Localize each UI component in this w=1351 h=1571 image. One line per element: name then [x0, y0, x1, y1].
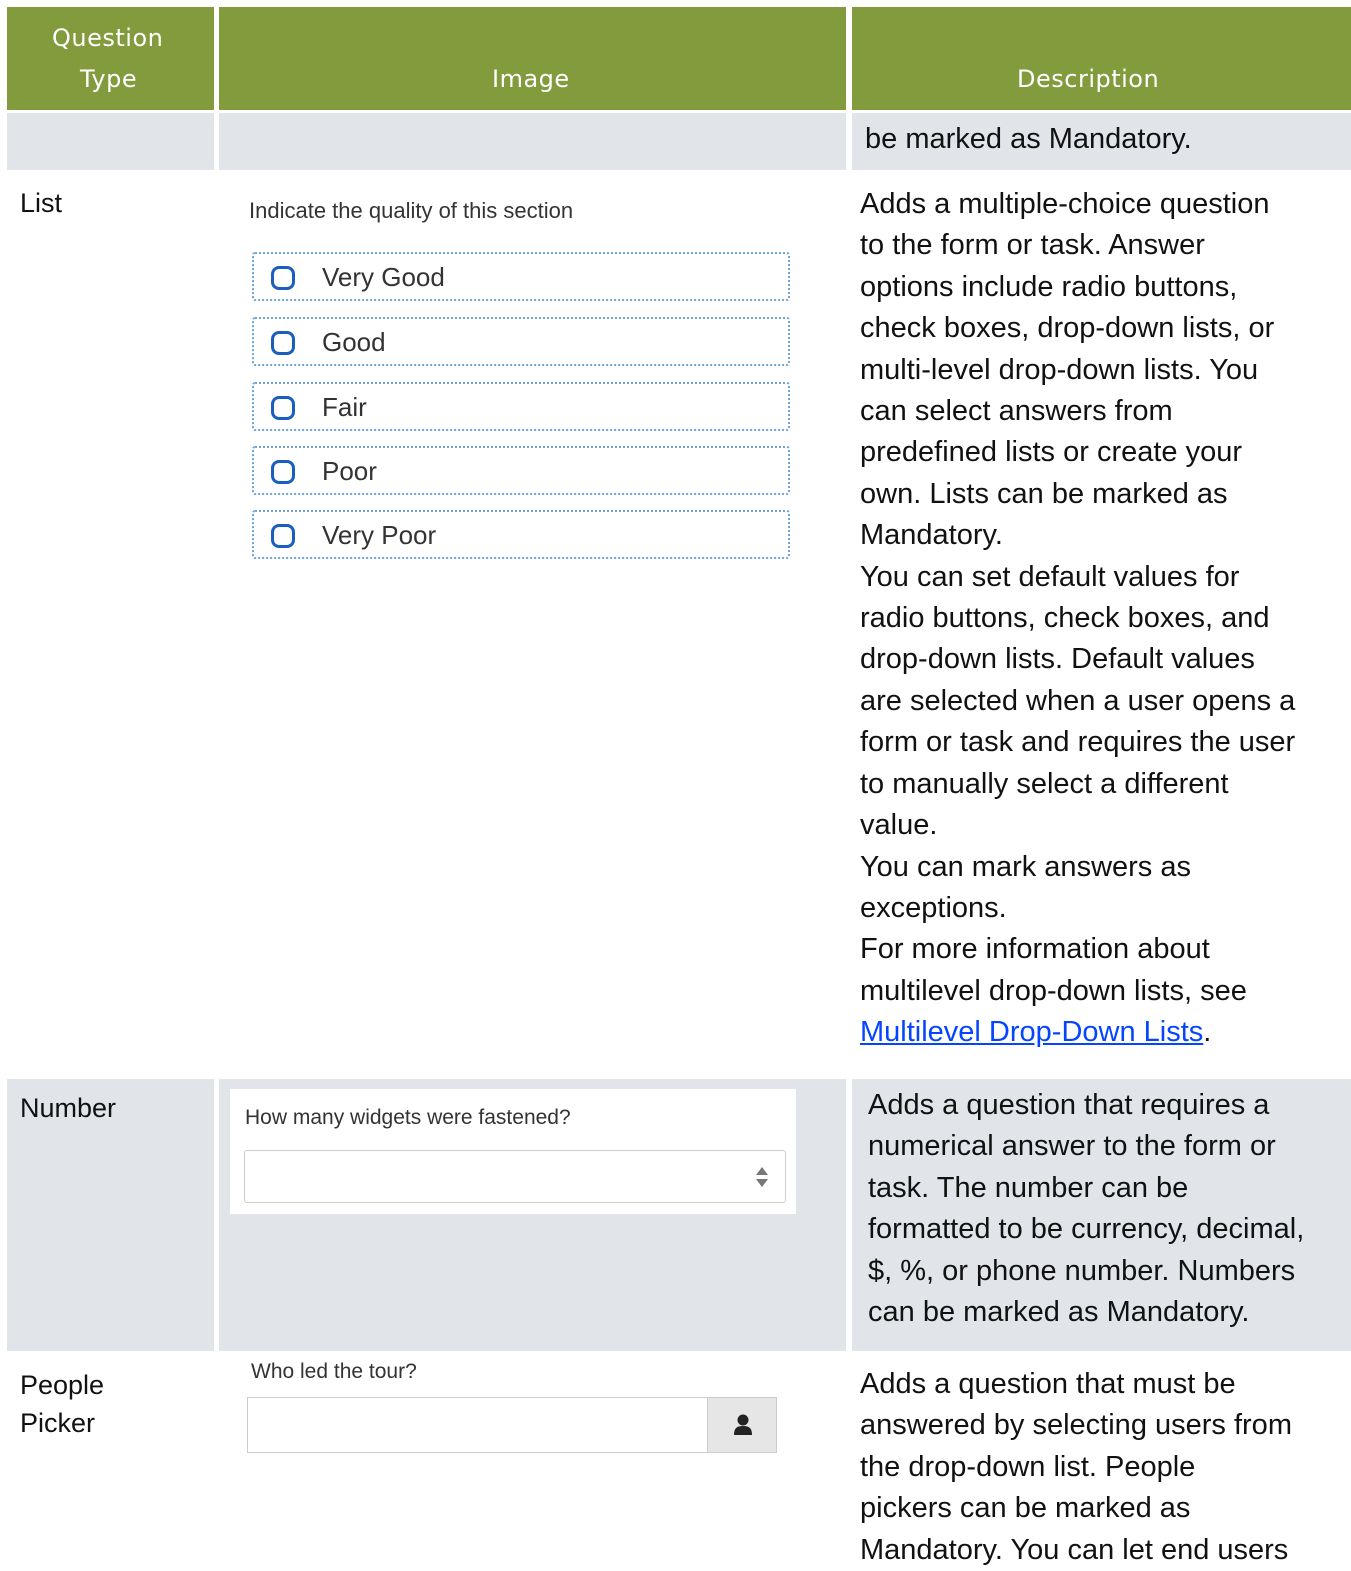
cell-description: Adds a question that requires a numerica… — [852, 1079, 1351, 1351]
table-row-continuation: be marked as Mandatory. — [7, 113, 1351, 170]
description-line: can select answers from — [860, 395, 1173, 428]
list-option-good[interactable]: Good — [252, 317, 790, 366]
description-line: Mandatory. You can let end users — [860, 1533, 1289, 1566]
list-option-very-poor[interactable]: Very Poor — [252, 510, 790, 559]
description-line: can be marked as Mandatory. — [868, 1296, 1250, 1329]
question-type-line2: Picker — [20, 1408, 96, 1438]
list-question-label: Indicate the quality of this section — [249, 198, 574, 223]
header-description-label: Description — [1017, 65, 1160, 93]
radio-icon[interactable] — [271, 460, 295, 484]
cell-image — [219, 113, 846, 170]
option-label: Very Poor — [322, 520, 437, 550]
description-line: Adds a question that requires a — [868, 1089, 1270, 1121]
description-line: pickers can be marked as — [860, 1492, 1191, 1525]
cell-image — [219, 1354, 846, 1566]
list-option-very-good[interactable]: Very Good — [252, 252, 790, 301]
cell-type: Number — [7, 1079, 214, 1351]
description-line: to the form or task. Answer — [860, 229, 1205, 262]
table-row-people-picker: People Picker Who led the tour? Adds a q… — [7, 1354, 1351, 1566]
description-line: exceptions. — [860, 891, 1007, 924]
description-line: answered by selecting users from — [860, 1409, 1292, 1442]
number-question-panel: How many widgets were fastened? — [230, 1089, 796, 1214]
people-picker-question-label: Who led the tour? — [251, 1360, 417, 1383]
header-image-label: Image — [492, 65, 570, 93]
option-label: Good — [322, 327, 386, 357]
table-row-list: List Indicate the quality of this sectio… — [7, 172, 1351, 1076]
description-line: options include radio buttons, — [860, 270, 1238, 303]
description-line: to manually select a different — [860, 767, 1229, 800]
table-header: Question Type Image Description — [7, 7, 1351, 110]
list-option-fair[interactable]: Fair — [252, 382, 790, 431]
description-line: form or task and requires the user — [860, 726, 1296, 759]
description-line: check boxes, drop-down lists, or — [860, 312, 1275, 345]
description-line: numerical answer to the form or — [868, 1130, 1276, 1163]
header-image: Image — [219, 7, 846, 110]
description-line: You can mark answers as — [860, 850, 1191, 883]
description-line: $, %, or phone number. Numbers — [868, 1254, 1296, 1287]
description-line: radio buttons, check boxes, and — [860, 602, 1270, 635]
option-label: Very Good — [322, 262, 445, 292]
description-line: For more information about — [860, 933, 1210, 966]
description-line: are selected when a user opens a — [860, 684, 1296, 717]
description-line: formatted to be currency, decimal, — [868, 1213, 1305, 1246]
description-line: You can set default values for — [860, 560, 1240, 593]
description-line: task. The number can be — [868, 1171, 1189, 1204]
description-line: Mandatory. — [860, 519, 1003, 552]
description-line: Multilevel Drop-Down Lists. — [860, 1012, 1351, 1053]
person-icon — [734, 1414, 752, 1435]
description-line: drop-down lists. Default values — [860, 643, 1255, 676]
description-line: predefined lists or create your — [860, 436, 1243, 469]
radio-icon[interactable] — [271, 331, 295, 355]
table-row-number: Number How many widgets were fastened? A… — [7, 1079, 1351, 1351]
cell-description: be marked as Mandatory. — [852, 113, 1351, 170]
radio-icon[interactable] — [271, 524, 295, 548]
cell-type: People Picker — [7, 1354, 214, 1566]
people-picker-button[interactable] — [707, 1397, 777, 1453]
header-description: Description — [852, 7, 1351, 110]
header-question-type-line1: Question — [52, 24, 164, 52]
cell-description: Adds a question that must be answered by… — [860, 1354, 1351, 1566]
spinner-icon[interactable] — [755, 1165, 769, 1189]
number-question-label: How many widgets were fastened? — [245, 1106, 571, 1129]
header-question-type: Question Type — [7, 7, 214, 110]
cell-type — [7, 113, 214, 170]
description-line: multi-level drop-down lists. You — [860, 353, 1259, 386]
option-label: Poor — [322, 456, 377, 486]
description-line: the drop-down list. People — [860, 1450, 1196, 1483]
number-input[interactable] — [244, 1150, 786, 1203]
question-type-line1: People — [20, 1370, 105, 1400]
link-suffix: . — [1203, 1016, 1212, 1049]
option-label: Fair — [322, 392, 367, 422]
cell-description: Adds a multiple-choice question to the f… — [860, 172, 1351, 1076]
multilevel-dropdown-link[interactable]: Multilevel Drop-Down Lists — [860, 1016, 1203, 1048]
radio-icon[interactable] — [271, 266, 295, 290]
description-line: Adds a multiple-choice question — [860, 188, 1270, 220]
cell-type: List — [7, 172, 214, 1076]
question-type-label: List — [20, 188, 63, 218]
description-line: Adds a question that must be — [860, 1368, 1236, 1400]
description-line: own. Lists can be marked as — [860, 477, 1228, 510]
description-line: value. — [860, 809, 938, 842]
question-type-label: Number — [20, 1093, 117, 1123]
description-text: be marked as Mandatory. — [865, 123, 1192, 155]
cell-image: Indicate the quality of this section — [219, 172, 846, 1076]
description-line: multilevel drop-down lists, see — [860, 974, 1247, 1007]
list-option-poor[interactable]: Poor — [252, 446, 790, 495]
radio-icon[interactable] — [271, 396, 295, 420]
header-question-type-line2: Type — [80, 65, 138, 93]
people-picker-input[interactable] — [247, 1397, 777, 1453]
